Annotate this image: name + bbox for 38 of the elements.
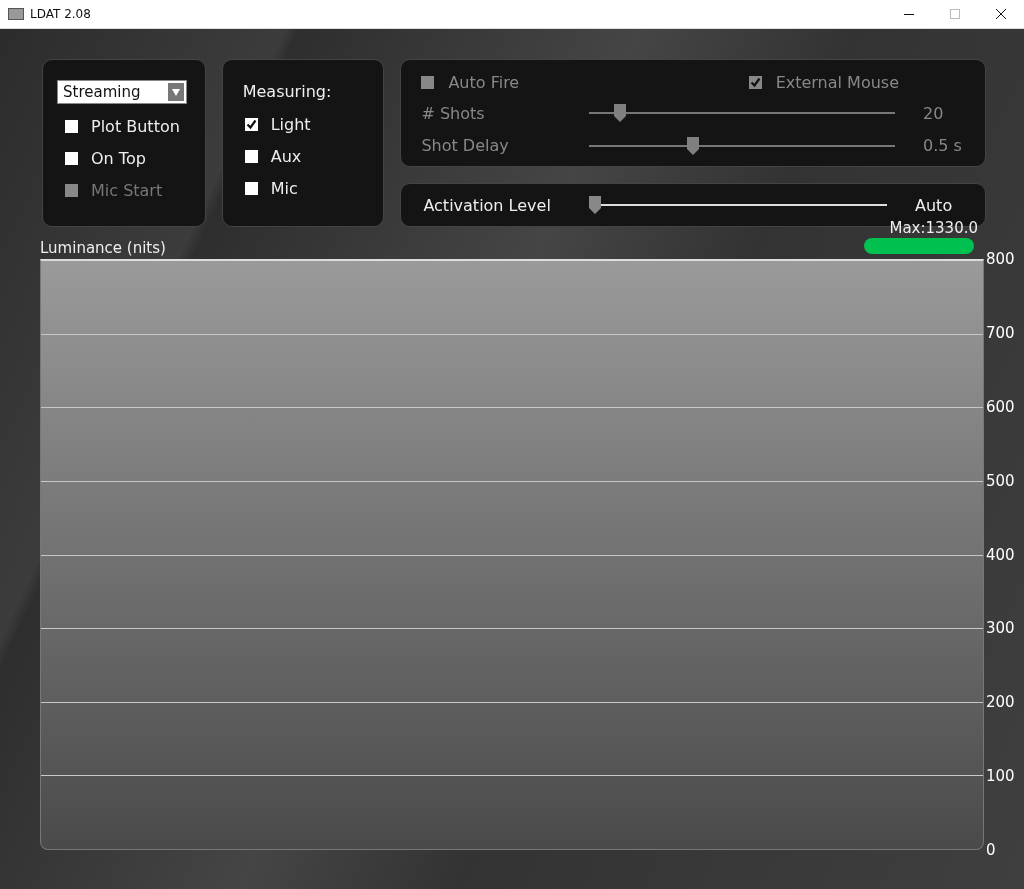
checkbox-label: Mic (270, 178, 298, 198)
checkbox-label: On Top (91, 148, 146, 168)
checkbox[interactable] (244, 181, 258, 195)
checkbox-label: Mic Start (91, 180, 163, 200)
axis-title: Luminance (nits) (40, 239, 166, 259)
axis-tick-label: 100 (986, 766, 1016, 787)
checkbox-label: Auto Fire (448, 73, 520, 93)
mode-dropdown[interactable]: Streaming (57, 80, 187, 104)
axis-tick-label: 400 (986, 544, 1016, 565)
axis-tick-label: 300 (986, 618, 1016, 639)
checkbox-label: Light (270, 114, 311, 134)
slider-value: Auto (915, 195, 954, 215)
slider-value: 0.5 s (923, 136, 963, 156)
close-icon (996, 9, 1006, 19)
checkbox-label: External Mouse (775, 73, 899, 93)
axis-tick-label: 0 (986, 840, 997, 860)
maximize-icon (950, 9, 960, 19)
checkbox-label: Plot Button (91, 116, 180, 136)
window-title: LDAT 2.08 (30, 7, 92, 21)
axis-tick-label: 500 (986, 470, 1016, 491)
dropdown-arrow-icon (171, 87, 181, 97)
checkbox-label: Aux (270, 146, 302, 166)
slider-label: Activation Level (423, 195, 552, 215)
app-icon (8, 8, 24, 20)
slider-label: Shot Delay (421, 136, 510, 156)
slider-thumb[interactable] (589, 196, 602, 214)
slider-label: # Shots (421, 103, 486, 123)
measuring-title: Measuring: (242, 82, 333, 103)
axis-tick-label: 700 (986, 322, 1016, 343)
checkbox[interactable] (244, 149, 258, 163)
checkbox[interactable] (244, 117, 258, 131)
checkbox[interactable] (65, 151, 78, 165)
max-value-label: Max:1330.0 (889, 219, 978, 237)
slider-value: 20 (923, 103, 945, 123)
axis-tick-label: 200 (986, 692, 1016, 713)
axis-tick-label: 800 (986, 249, 1016, 269)
checkbox[interactable] (65, 119, 78, 133)
axis-tick-label: 600 (986, 396, 1016, 417)
